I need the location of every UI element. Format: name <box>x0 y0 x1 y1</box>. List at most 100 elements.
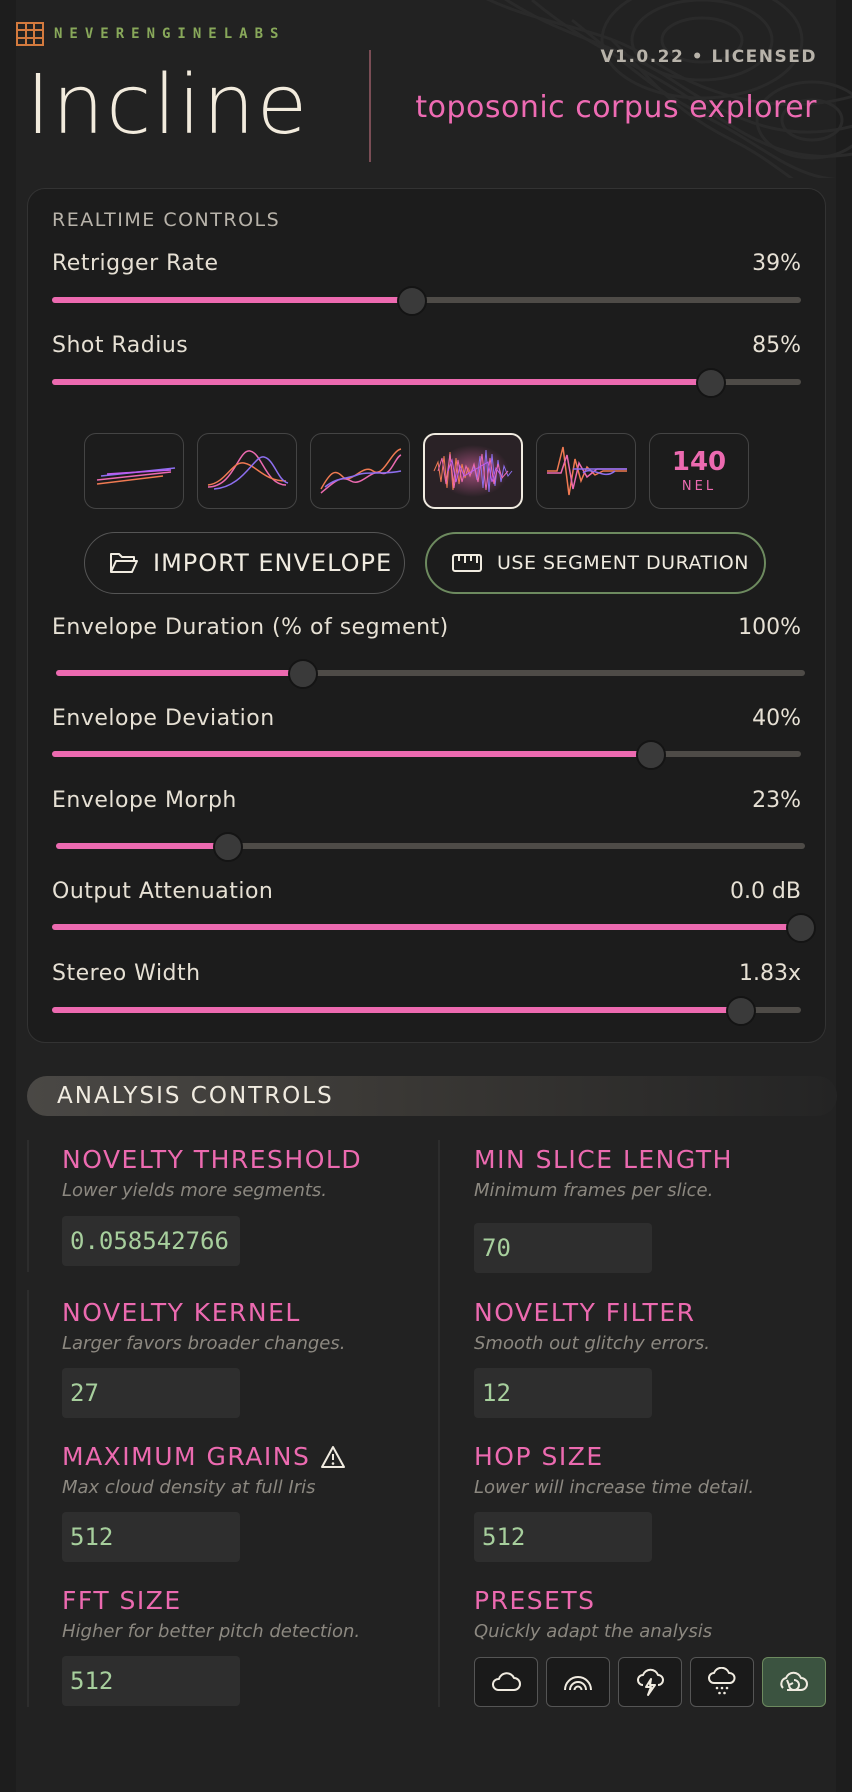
app-subtitle: toposonic corpus explorer <box>415 90 817 125</box>
rainbow-icon <box>564 1676 592 1691</box>
lightning-cloud-icon <box>637 1668 664 1696</box>
header-divider <box>369 50 371 162</box>
field-description: Smooth out glitchy errors. <box>474 1333 710 1354</box>
cloud-reset-icon <box>780 1671 808 1691</box>
warning-icon <box>321 1445 346 1468</box>
slider-envelope-deviation[interactable] <box>52 740 801 770</box>
novelty-threshold-input[interactable] <box>62 1216 240 1266</box>
slider-thumb[interactable] <box>213 832 243 862</box>
oscillation-icon <box>547 446 627 496</box>
nel-count: 140 <box>671 446 727 477</box>
bell-curves-icon <box>207 450 289 490</box>
field-title: FFT SIZE <box>62 1586 182 1615</box>
slider-value: 1.83x <box>738 961 801 986</box>
header: NEVERENGINELABS Incline V1.0.22 • LICENS… <box>0 0 852 178</box>
slider-label: Retrigger Rate <box>52 251 219 276</box>
slider-value: 23% <box>752 788 801 813</box>
field-description: Minimum frames per slice. <box>474 1180 714 1201</box>
import-envelope-button[interactable]: IMPORT ENVELOPE <box>84 532 405 594</box>
dense-burst-icon <box>433 445 513 497</box>
nel-label: NEL <box>681 478 717 494</box>
slider-value: 0.0 dB <box>729 879 801 904</box>
min-slice-length-input[interactable] <box>474 1223 652 1273</box>
slider-fill <box>52 924 801 930</box>
field-description: Lower yields more segments. <box>62 1180 328 1201</box>
slider-shot-radius[interactable] <box>52 368 801 398</box>
envelope-shape-selector: 140 NEL <box>84 433 749 509</box>
slider-label: Envelope Morph <box>52 788 237 813</box>
slider-label: Shot Radius <box>52 333 189 358</box>
realtime-controls-panel: REALTIME CONTROLS Retrigger Rate 39% Sho… <box>27 188 826 1043</box>
presets-description: Quickly adapt the analysis <box>474 1621 713 1642</box>
nel-counter-button[interactable]: 140 NEL <box>649 433 749 509</box>
hop-size-input[interactable] <box>474 1512 652 1562</box>
slider-fill <box>52 751 651 757</box>
maximum-grains-input[interactable] <box>62 1512 240 1562</box>
slider-thumb[interactable] <box>786 913 816 943</box>
envelope-flat-lines-button[interactable] <box>84 433 184 509</box>
slider-thumb[interactable] <box>726 996 756 1026</box>
field-title: NOVELTY FILTER <box>474 1298 696 1327</box>
slider-fill <box>52 297 412 303</box>
brand-name: NEVERENGINELABS <box>54 26 286 42</box>
preset-rain-button[interactable] <box>690 1657 754 1707</box>
slider-value: 100% <box>738 615 801 640</box>
slider-thumb[interactable] <box>696 368 726 398</box>
field-title: MIN SLICE LENGTH <box>474 1145 733 1174</box>
slider-thumb[interactable] <box>636 740 666 770</box>
rain-cloud-icon <box>708 1667 736 1695</box>
import-envelope-label: IMPORT ENVELOPE <box>153 549 393 577</box>
preset-cloud-button[interactable] <box>474 1657 538 1707</box>
column-divider <box>27 1290 29 1707</box>
novelty-filter-input[interactable] <box>474 1368 652 1418</box>
slider-label: Envelope Deviation <box>52 706 275 731</box>
column-divider <box>27 1140 29 1272</box>
preset-rainbow-button[interactable] <box>546 1657 610 1707</box>
field-title: HOP SIZE <box>474 1442 604 1471</box>
use-segment-duration-button[interactable]: USE SEGMENT DURATION <box>425 532 766 594</box>
novelty-kernel-input[interactable] <box>62 1368 240 1418</box>
slider-fill <box>56 843 228 849</box>
column-divider <box>438 1140 440 1707</box>
field-description: Max cloud density at full Iris <box>62 1477 316 1498</box>
topographic-background <box>485 0 852 178</box>
slider-retrigger-rate[interactable] <box>52 286 801 316</box>
slider-value: 39% <box>752 251 801 276</box>
folder-open-icon <box>110 553 138 573</box>
slider-envelope-duration[interactable] <box>56 659 805 689</box>
field-title: NOVELTY KERNEL <box>62 1298 301 1327</box>
logo-icon <box>16 22 44 46</box>
slider-label: Output Attenuation <box>52 879 274 904</box>
analysis-controls-header: ANALYSIS CONTROLS <box>27 1076 837 1116</box>
field-description: Lower will increase time detail. <box>474 1477 755 1498</box>
section-label: ANALYSIS CONTROLS <box>57 1083 334 1109</box>
brand: NEVERENGINELABS <box>16 22 285 46</box>
slider-thumb[interactable] <box>288 659 318 689</box>
field-description: Higher for better pitch detection. <box>62 1621 361 1642</box>
version-label: V1.0.22 • LICENSED <box>600 47 817 67</box>
section-label: REALTIME CONTROLS <box>52 209 281 231</box>
use-segment-duration-label: USE SEGMENT DURATION <box>497 552 749 574</box>
slider-fill <box>56 670 303 676</box>
slider-stereo-width[interactable] <box>52 996 801 1026</box>
slider-envelope-morph[interactable] <box>56 832 805 862</box>
envelope-bell-curves-button[interactable] <box>197 433 297 509</box>
preset-lightning-button[interactable] <box>618 1657 682 1707</box>
slider-label: Stereo Width <box>52 961 201 986</box>
fft-size-input[interactable] <box>62 1656 240 1706</box>
slider-output-attenuation[interactable] <box>52 913 816 943</box>
preset-buttons <box>474 1657 826 1707</box>
envelope-oscillation-button[interactable] <box>536 433 636 509</box>
slider-fill <box>52 379 711 385</box>
flat-lines-icon <box>96 467 176 485</box>
field-title-with-warning: MAXIMUM GRAINS <box>62 1442 346 1471</box>
slider-value: 85% <box>752 333 801 358</box>
field-description: Larger favors broader changes. <box>62 1333 346 1354</box>
preset-reset-button[interactable] <box>762 1657 826 1707</box>
envelope-rising-wave-button[interactable] <box>310 433 410 509</box>
envelope-dense-burst-button[interactable] <box>423 433 523 509</box>
slider-thumb[interactable] <box>397 286 427 316</box>
cloud-icon <box>492 1672 521 1691</box>
ruler-icon <box>452 554 482 572</box>
slider-fill <box>52 1007 741 1013</box>
